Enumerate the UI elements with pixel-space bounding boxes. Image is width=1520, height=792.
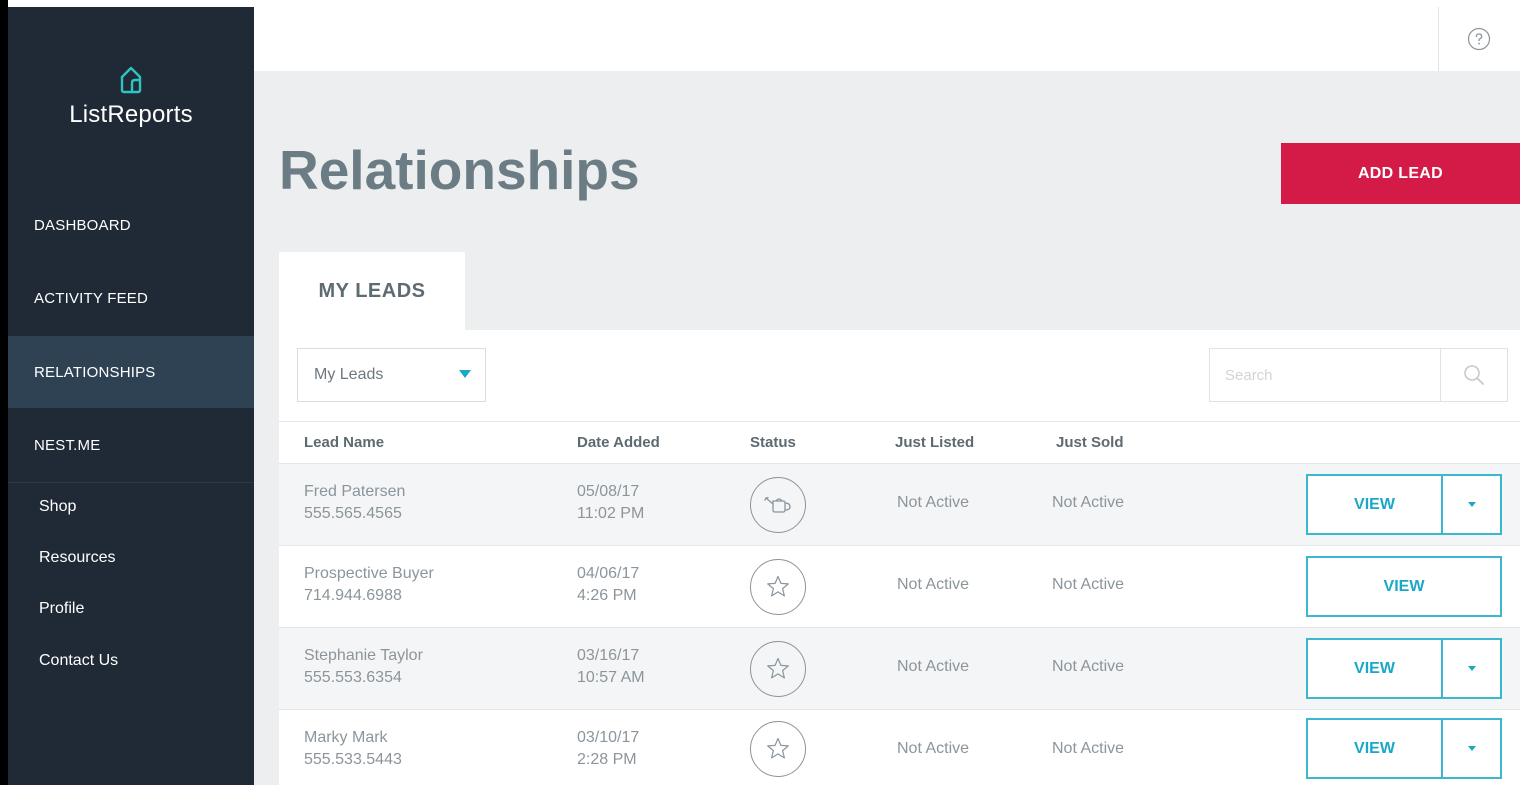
caret-down-icon: [1467, 666, 1476, 671]
star-icon: [767, 657, 789, 679]
date-added-cell: 05/08/17 11:02 PM: [577, 481, 644, 525]
lead-name[interactable]: Fred Patersen: [304, 481, 405, 503]
caret-down-icon: [1467, 746, 1476, 751]
screen-edge: [0, 0, 8, 785]
view-button-group: VIEW: [1306, 718, 1502, 779]
just-sold-value: Not Active: [1052, 658, 1125, 675]
top-bar: [254, 7, 1520, 71]
sidebar-item-nest-me[interactable]: NEST.ME: [8, 409, 254, 481]
date-added: 03/16/17: [577, 647, 640, 664]
date-added-cell: 04/06/17 4:26 PM: [577, 563, 639, 607]
help-button[interactable]: [1438, 7, 1518, 71]
status-badge[interactable]: [750, 477, 806, 533]
search-icon: [1464, 365, 1484, 385]
view-options-dropdown[interactable]: [1443, 640, 1500, 697]
watering-can-icon: [764, 496, 791, 513]
date-added: 03/10/17: [577, 729, 640, 746]
lead-phone: 555.553.6354: [304, 669, 402, 686]
star-icon: [767, 737, 789, 759]
view-options-dropdown[interactable]: [1443, 720, 1500, 777]
lead-phone: 555.533.5443: [304, 751, 402, 768]
sidebar-divider: [8, 482, 254, 483]
caret-down-icon: [1467, 502, 1476, 507]
lead-name-cell: Prospective Buyer 714.944.6988: [304, 563, 434, 607]
tab-my-leads[interactable]: MY LEADS: [279, 252, 465, 330]
column-header-lead-name[interactable]: Lead Name: [304, 434, 384, 451]
sidebar: ListReports DASHBOARD ACTIVITY FEED RELA…: [8, 7, 254, 785]
search-input[interactable]: [1210, 349, 1441, 401]
status-badge[interactable]: [750, 721, 806, 777]
question-circle-icon: [1467, 27, 1490, 51]
sidebar-item-activity-feed[interactable]: ACTIVITY FEED: [8, 262, 254, 334]
table-row: Stephanie Taylor 555.553.6354 03/16/17 1…: [279, 628, 1520, 710]
view-button[interactable]: VIEW: [1308, 640, 1441, 697]
view-button[interactable]: VIEW: [1308, 720, 1441, 777]
date-added-cell: 03/16/17 10:57 AM: [577, 645, 645, 689]
house-outline-icon: [120, 66, 142, 94]
just-listed-value: Not Active: [897, 494, 970, 511]
just-listed-value: Not Active: [897, 658, 970, 675]
date-added: 04/06/17: [577, 565, 640, 582]
lead-name-cell: Fred Patersen 555.565.4565: [304, 481, 405, 525]
chevron-down-icon: [459, 370, 471, 378]
just-listed-value: Not Active: [897, 576, 970, 593]
column-header-just-listed[interactable]: Just Listed: [895, 434, 974, 451]
column-header-just-sold[interactable]: Just Sold: [1056, 434, 1124, 451]
column-header-status[interactable]: Status: [750, 434, 796, 451]
view-button[interactable]: VIEW: [1308, 558, 1500, 615]
logo[interactable]: ListReports: [8, 61, 254, 129]
view-options-dropdown[interactable]: [1443, 476, 1500, 533]
sidebar-item-relationships[interactable]: RELATIONSHIPS: [8, 336, 254, 408]
date-added: 05/08/17: [577, 483, 640, 500]
just-listed-value: Not Active: [897, 740, 970, 757]
lead-name-cell: Marky Mark 555.533.5443: [304, 727, 402, 771]
view-button-group: VIEW: [1306, 474, 1502, 535]
table-header: Lead Name Date Added Status Just Listed …: [279, 421, 1520, 464]
sidebar-link-shop[interactable]: Shop: [39, 498, 76, 516]
time-added: 4:26 PM: [577, 587, 637, 604]
view-button[interactable]: VIEW: [1308, 476, 1441, 533]
sidebar-item-dashboard[interactable]: DASHBOARD: [8, 189, 254, 261]
time-added: 10:57 AM: [577, 669, 645, 686]
sidebar-link-resources[interactable]: Resources: [39, 549, 115, 567]
sidebar-link-profile[interactable]: Profile: [39, 600, 84, 618]
leads-filter-select[interactable]: My Leads: [297, 348, 486, 402]
lead-phone: 555.565.4565: [304, 505, 402, 522]
column-header-date-added[interactable]: Date Added: [577, 434, 660, 451]
add-lead-button[interactable]: ADD LEAD: [1281, 143, 1520, 204]
lead-name[interactable]: Prospective Buyer: [304, 563, 434, 585]
time-added: 2:28 PM: [577, 751, 637, 768]
status-badge[interactable]: [750, 641, 806, 697]
filter-selected-value: My Leads: [314, 366, 384, 383]
time-added: 11:02 PM: [577, 505, 645, 522]
date-added-cell: 03/10/17 2:28 PM: [577, 727, 639, 771]
search-box: [1209, 348, 1508, 402]
view-button-group: VIEW: [1306, 638, 1502, 699]
table-row: Fred Patersen 555.565.4565 05/08/17 11:0…: [279, 464, 1520, 546]
page-title: Relationships: [279, 139, 640, 201]
search-button[interactable]: [1440, 349, 1507, 401]
lead-name-cell: Stephanie Taylor 555.553.6354: [304, 645, 423, 689]
star-icon: [767, 575, 789, 597]
table-row: Prospective Buyer 714.944.6988 04/06/17 …: [279, 546, 1520, 628]
logo-text: ListReports: [69, 101, 193, 128]
status-badge[interactable]: [750, 559, 806, 615]
lead-name[interactable]: Stephanie Taylor: [304, 645, 423, 667]
view-button-group: VIEW: [1306, 556, 1502, 617]
just-sold-value: Not Active: [1052, 740, 1125, 757]
sidebar-link-contact-us[interactable]: Contact Us: [39, 652, 118, 670]
table-row: Marky Mark 555.533.5443 03/10/17 2:28 PM…: [279, 710, 1520, 792]
lead-phone: 714.944.6988: [304, 587, 402, 604]
just-sold-value: Not Active: [1052, 576, 1125, 593]
just-sold-value: Not Active: [1052, 494, 1125, 511]
lead-name[interactable]: Marky Mark: [304, 727, 402, 749]
